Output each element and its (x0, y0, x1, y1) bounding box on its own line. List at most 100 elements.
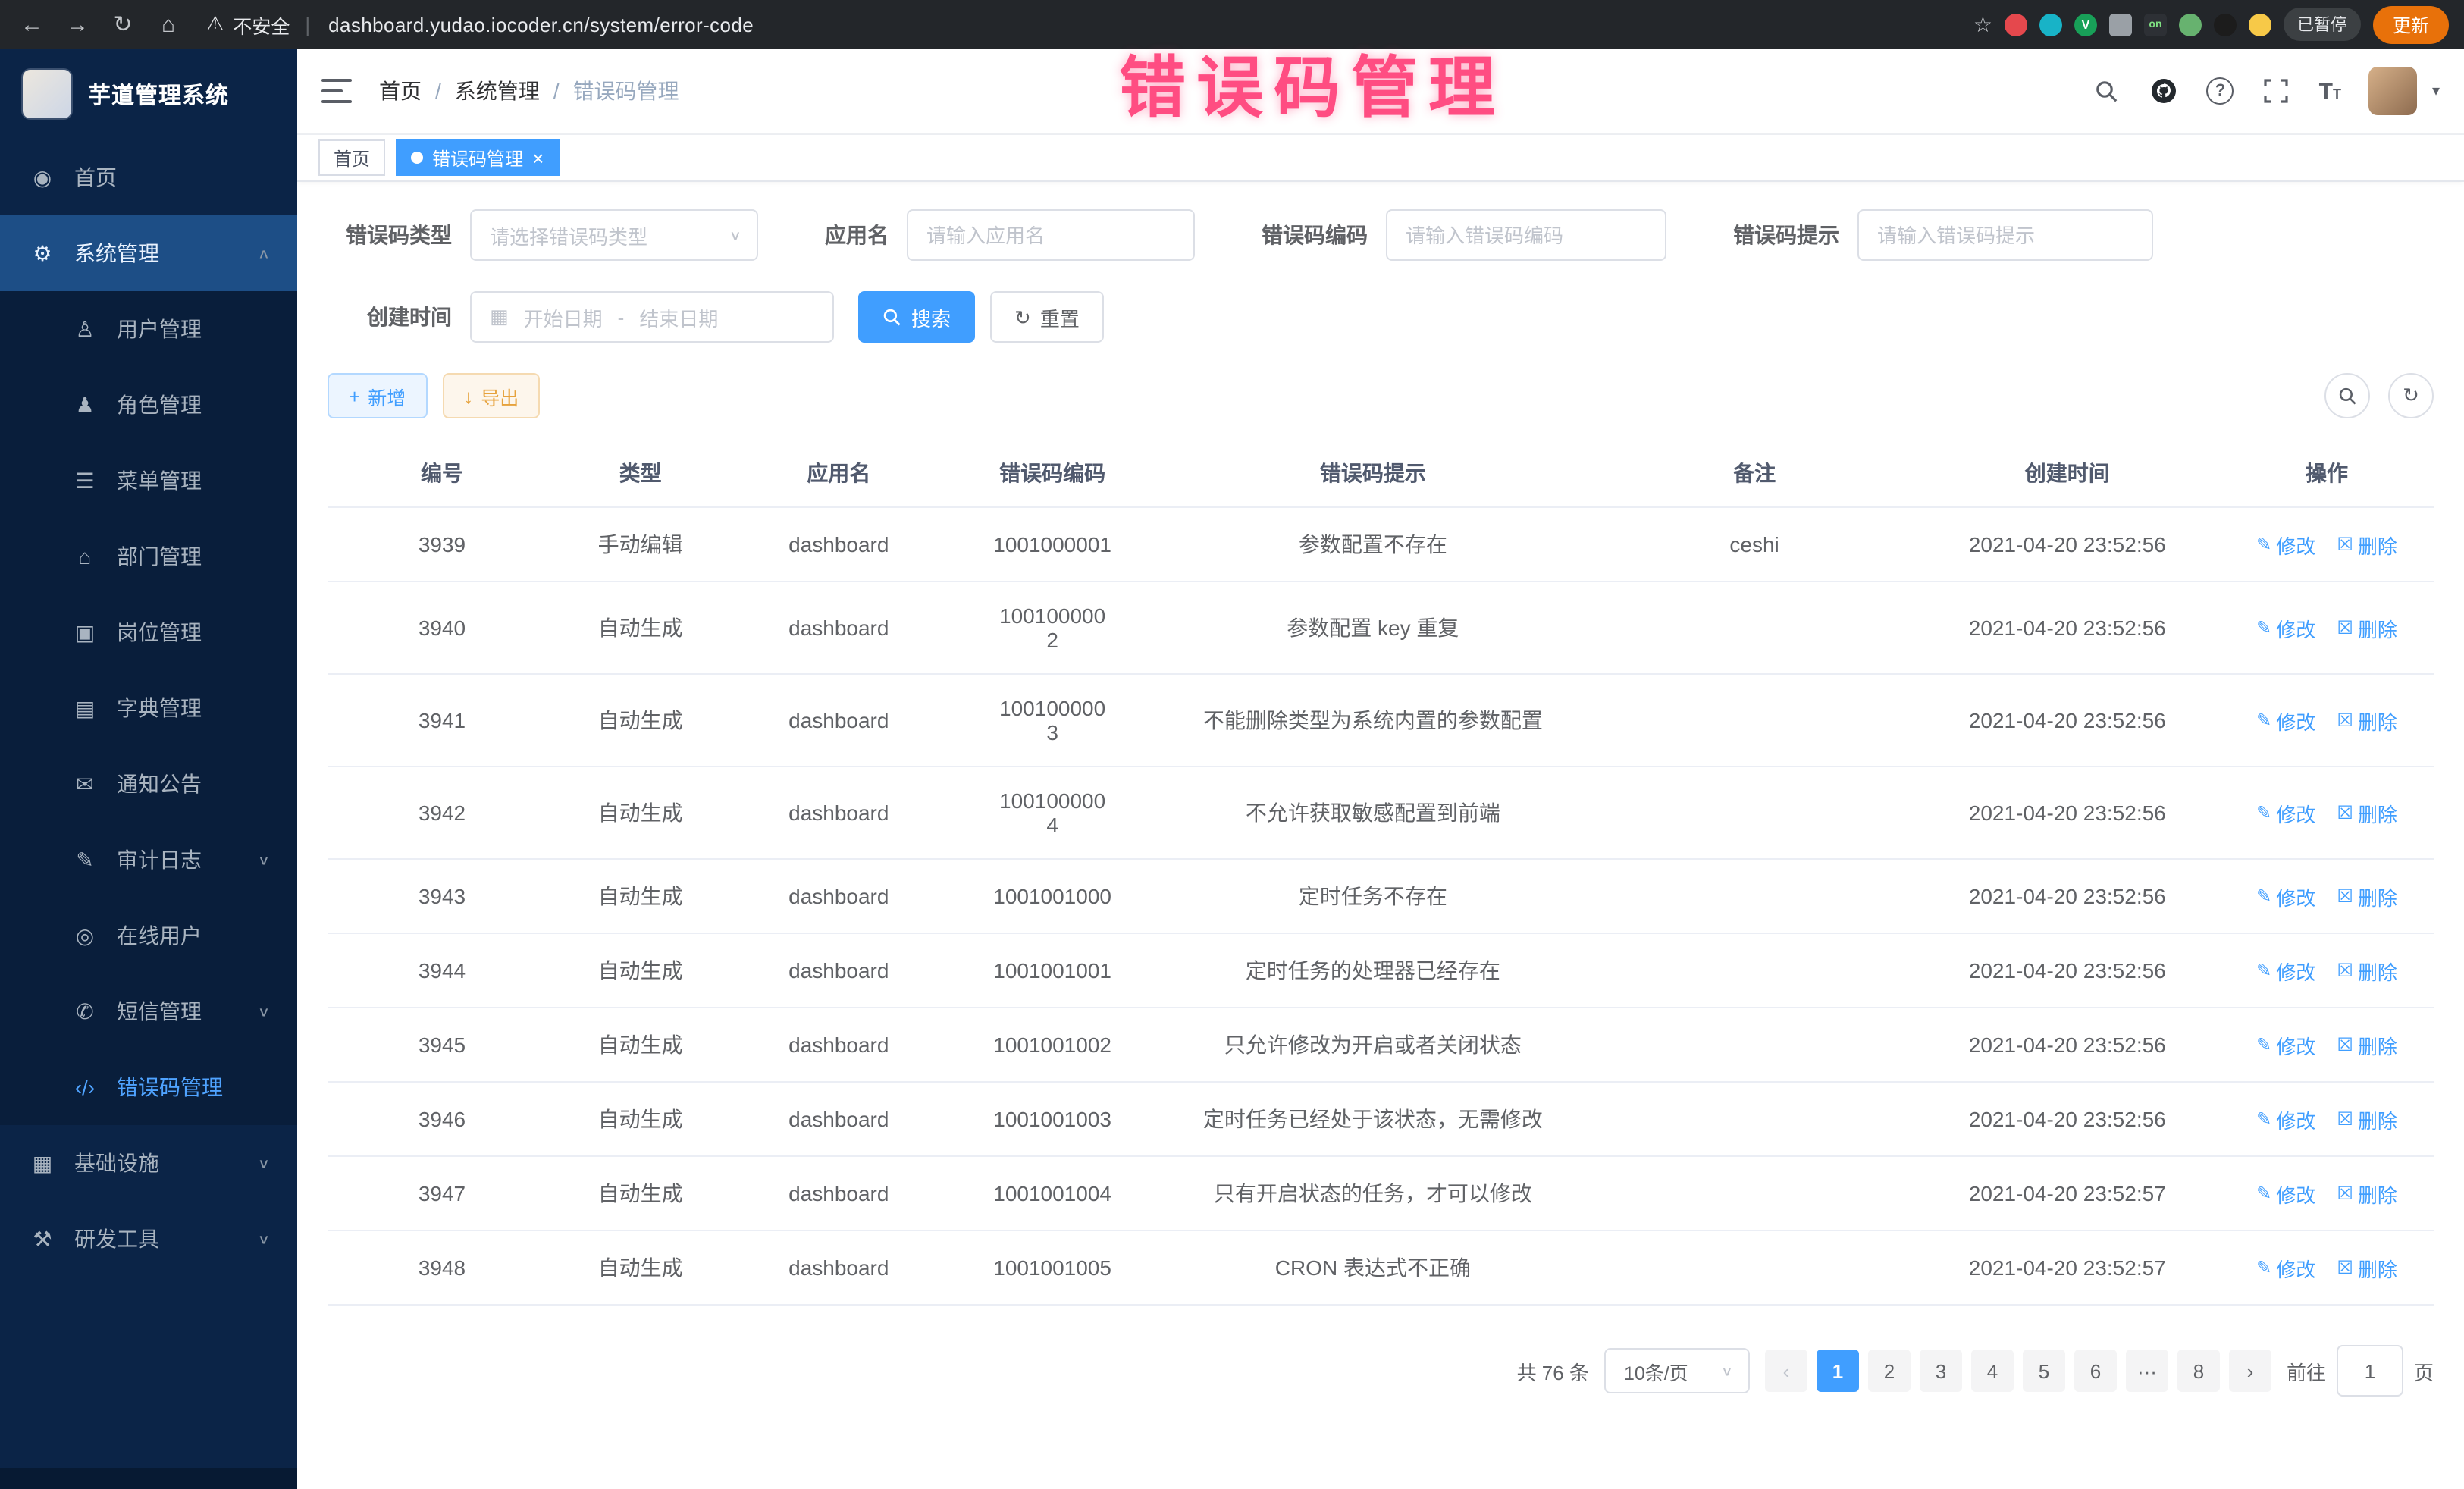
warning-icon: ⚠ (206, 12, 224, 36)
page-button-2[interactable]: 2 (1868, 1350, 1911, 1392)
page-button-3[interactable]: 3 (1920, 1350, 1962, 1392)
delete-link[interactable]: ☒删除 (2337, 530, 2397, 559)
sidebar-item-notice-announcement[interactable]: ✉通知公告 (0, 746, 297, 822)
delete-link[interactable]: ☒删除 (2337, 882, 2397, 911)
add-button[interactable]: + 新增 (328, 373, 427, 418)
tag-error-code[interactable]: 错误码管理 × (396, 139, 559, 176)
tag-home[interactable]: 首页 (318, 139, 385, 176)
page-button-5[interactable]: 5 (2023, 1350, 2065, 1392)
extension-v-icon[interactable]: V (2074, 13, 2097, 36)
avatar-caret-icon[interactable]: ▾ (2432, 83, 2440, 99)
cell-id: 3947 (328, 1156, 556, 1230)
edit-link[interactable]: ✎修改 (2256, 613, 2315, 642)
error-code-input[interactable] (1386, 209, 1666, 261)
edit-link[interactable]: ✎修改 (2256, 1105, 2315, 1133)
extension-paw-icon[interactable] (2214, 13, 2237, 36)
help-icon[interactable]: ? (2207, 77, 2234, 105)
sidebar-item-audit-log[interactable]: ✎审计日志∨ (0, 822, 297, 898)
edit-link[interactable]: ✎修改 (2256, 1253, 2315, 1282)
sidebar-item-dev-tools[interactable]: ⚒研发工具∨ (0, 1201, 297, 1277)
extension-leaf-icon[interactable] (2179, 13, 2202, 36)
cell-remark (1594, 859, 1915, 933)
breadcrumb-home[interactable]: 首页 (379, 76, 422, 106)
hamburger-icon[interactable] (321, 79, 352, 103)
more-pages-button[interactable]: ··· (2126, 1350, 2168, 1392)
sidebar-item-menu-management[interactable]: ☰菜单管理 (0, 443, 297, 519)
prev-page-button[interactable]: ‹ (1765, 1350, 1807, 1392)
sidebar-item-home[interactable]: ◉首页 (0, 139, 297, 215)
delete-link[interactable]: ☒删除 (2337, 1253, 2397, 1282)
browser-forward-icon[interactable]: → (61, 11, 94, 37)
cell-msg: 定时任务的处理器已经存在 (1152, 933, 1594, 1008)
app-name-input[interactable] (907, 209, 1195, 261)
page-button-1[interactable]: 1 (1817, 1350, 1859, 1392)
sidebar-item-post-management[interactable]: ▣岗位管理 (0, 594, 297, 670)
sidebar-item-dict-management[interactable]: ▤字典管理 (0, 670, 297, 746)
delete-link[interactable]: ☒删除 (2337, 613, 2397, 642)
screenshot-root: ← → ↻ ⌂ ⚠ 不安全 | dashboard.yudao.iocoder.… (0, 0, 2464, 1489)
browser-back-icon[interactable]: ← (15, 11, 49, 37)
edit-link[interactable]: ✎修改 (2256, 706, 2315, 735)
sidebar-item-error-code-management[interactable]: ‹/›错误码管理 (0, 1049, 297, 1125)
browser-reload-icon[interactable]: ↻ (106, 11, 140, 38)
browser-chrome: ← → ↻ ⌂ ⚠ 不安全 | dashboard.yudao.iocoder.… (0, 0, 2464, 49)
edit-link[interactable]: ✎修改 (2256, 956, 2315, 985)
search-button[interactable]: 搜索 (858, 291, 975, 343)
edit-link[interactable]: ✎修改 (2256, 530, 2315, 559)
sidebar-item-system-management[interactable]: ⚙系统管理∧ (0, 215, 297, 291)
delete-link[interactable]: ☒删除 (2337, 1030, 2397, 1059)
page-size-select[interactable]: 10条/页 ∨ (1604, 1348, 1750, 1393)
page-button-8[interactable]: 8 (2177, 1350, 2220, 1392)
export-button[interactable]: ↓ 导出 (442, 373, 540, 418)
edit-link[interactable]: ✎修改 (2256, 1179, 2315, 1208)
search-icon[interactable] (2092, 76, 2122, 106)
breadcrumb-system[interactable]: 系统管理 (455, 76, 540, 106)
next-page-button[interactable]: › (2229, 1350, 2271, 1392)
browser-home-icon[interactable]: ⌂ (152, 11, 185, 37)
sidebar-item-dept-management[interactable]: ⌂部门管理 (0, 519, 297, 594)
edit-link[interactable]: ✎修改 (2256, 798, 2315, 827)
page-button-6[interactable]: 6 (2074, 1350, 2117, 1392)
sidebar-item-sms-management[interactable]: ✆短信管理∨ (0, 973, 297, 1049)
github-icon[interactable] (2149, 76, 2180, 106)
date-range-picker[interactable]: ▦ 开始日期 - 结束日期 (470, 291, 834, 343)
cell-code: 1001001001 (953, 933, 1152, 1008)
delete-link[interactable]: ☒删除 (2337, 1179, 2397, 1208)
delete-link[interactable]: ☒删除 (2337, 956, 2397, 985)
profile-avatar-icon[interactable] (2249, 13, 2271, 36)
reset-button[interactable]: ↻ 重置 (990, 291, 1104, 343)
extension-on-icon[interactable]: on (2144, 13, 2167, 36)
browser-update-button[interactable]: 更新 (2373, 5, 2449, 43)
cell-remark: ceshi (1594, 507, 1915, 581)
page-button-4[interactable]: 4 (1971, 1350, 2014, 1392)
extension-red-icon[interactable] (2005, 13, 2027, 36)
error-code-type-select[interactable]: 请选择错误码类型 ∨ (470, 209, 758, 261)
toggle-search-button[interactable] (2324, 373, 2370, 418)
delete-link[interactable]: ☒删除 (2337, 706, 2397, 735)
error-msg-input[interactable] (1857, 209, 2153, 261)
extensions-puzzle-icon[interactable] (2109, 13, 2132, 36)
goto-page-input[interactable] (2337, 1345, 2403, 1397)
font-size-icon[interactable]: TT (2319, 78, 2341, 104)
sidebar-item-role-management[interactable]: ♟角色管理 (0, 367, 297, 443)
sidebar-item-infrastructure[interactable]: ▦基础设施∨ (0, 1125, 297, 1201)
chevron-down-icon: ∨ (258, 852, 270, 868)
cell-operations: ✎修改 ☒删除 (2220, 674, 2434, 766)
user-avatar[interactable] (2368, 67, 2417, 115)
delete-link[interactable]: ☒删除 (2337, 1105, 2397, 1133)
sidebar-item-user-management[interactable]: ♙用户管理 (0, 291, 297, 367)
refresh-table-button[interactable]: ↻ (2388, 373, 2434, 418)
address-bar[interactable]: dashboard.yudao.iocoder.cn/system/error-… (328, 13, 754, 36)
sidebar-item-online-users[interactable]: ◎在线用户 (0, 898, 297, 973)
bookmark-star-icon[interactable]: ☆ (1973, 11, 1992, 37)
close-icon[interactable]: × (532, 148, 544, 168)
edit-link[interactable]: ✎修改 (2256, 1030, 2315, 1059)
extension-teal-icon[interactable] (2039, 13, 2062, 36)
fullscreen-icon[interactable] (2262, 76, 2292, 106)
delete-link[interactable]: ☒删除 (2337, 798, 2397, 827)
security-indicator[interactable]: ⚠ 不安全 | (206, 10, 316, 39)
divider: | (305, 13, 310, 36)
paused-badge[interactable]: 已暂停 (2284, 8, 2361, 41)
app-logo[interactable]: 芋道管理系统 (0, 49, 297, 139)
edit-link[interactable]: ✎修改 (2256, 882, 2315, 911)
